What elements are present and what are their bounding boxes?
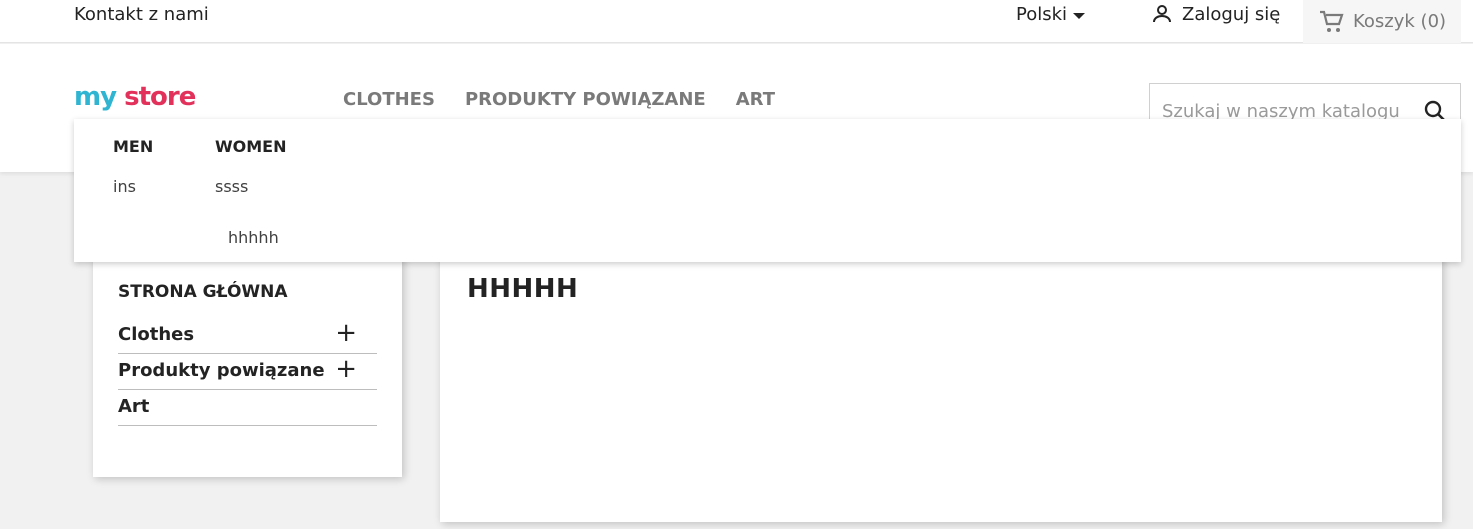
dropdown-title-men[interactable]: MEN <box>113 137 153 156</box>
category-item-produkty-powiazane: Produkty powiązane + <box>118 354 377 390</box>
category-label[interactable]: Clothes <box>118 324 194 345</box>
top-bar: Kontakt z nami Polski Zaloguj się Koszyk… <box>0 0 1473 43</box>
page-title: HHHHH <box>467 274 579 304</box>
category-item-art: Art <box>118 390 377 426</box>
dropdown-title-women[interactable]: WOMEN <box>215 137 287 156</box>
cart-button[interactable]: Koszyk (0) <box>1303 0 1461 43</box>
main-content: HHHHH <box>440 240 1442 522</box>
language-selector[interactable]: Polski <box>1016 4 1086 25</box>
nav-produkty-powiazane[interactable]: PRODUKTY POWIĄZANE <box>465 89 706 110</box>
dropdown-item-ins[interactable]: ins <box>113 177 136 196</box>
nav-dropdown-menu: MEN ins WOMEN ssss hhhhh <box>74 119 1461 262</box>
nav-art[interactable]: ART <box>736 89 775 110</box>
caret-down-icon <box>1073 12 1086 19</box>
nav-clothes[interactable]: CLOTHES <box>343 89 435 110</box>
category-label[interactable]: Art <box>118 396 149 417</box>
cart-label: Koszyk (0) <box>1353 11 1447 32</box>
category-list: Clothes + Produkty powiązane + Art <box>118 318 377 426</box>
dropdown-column-men: MEN <box>113 137 153 156</box>
expand-plus-icon[interactable]: + <box>335 356 357 382</box>
dropdown-item-hhhhh[interactable]: hhhhh <box>228 228 279 247</box>
dropdown-item-ssss[interactable]: ssss <box>215 177 248 196</box>
logo-part-store: store <box>124 82 196 112</box>
contact-link[interactable]: Kontakt z nami <box>74 4 209 25</box>
sidebar-home-link[interactable]: STRONA GŁÓWNA <box>118 282 288 302</box>
category-sidebar: STRONA GŁÓWNA Clothes + Produkty powiąza… <box>93 240 402 477</box>
main-nav: CLOTHES PRODUKTY POWIĄZANE ART <box>343 89 775 110</box>
logo-part-my: my <box>74 82 117 112</box>
expand-plus-icon[interactable]: + <box>335 320 357 346</box>
language-label: Polski <box>1016 4 1068 25</box>
dropdown-column-women: WOMEN <box>215 137 287 156</box>
category-item-clothes: Clothes + <box>118 318 377 354</box>
store-logo[interactable]: my store <box>74 82 196 112</box>
cart-icon <box>1320 10 1344 32</box>
login-label: Zaloguj się <box>1182 3 1281 25</box>
category-label[interactable]: Produkty powiązane <box>118 360 325 381</box>
login-link[interactable]: Zaloguj się <box>1150 2 1280 26</box>
user-icon <box>1153 5 1171 23</box>
